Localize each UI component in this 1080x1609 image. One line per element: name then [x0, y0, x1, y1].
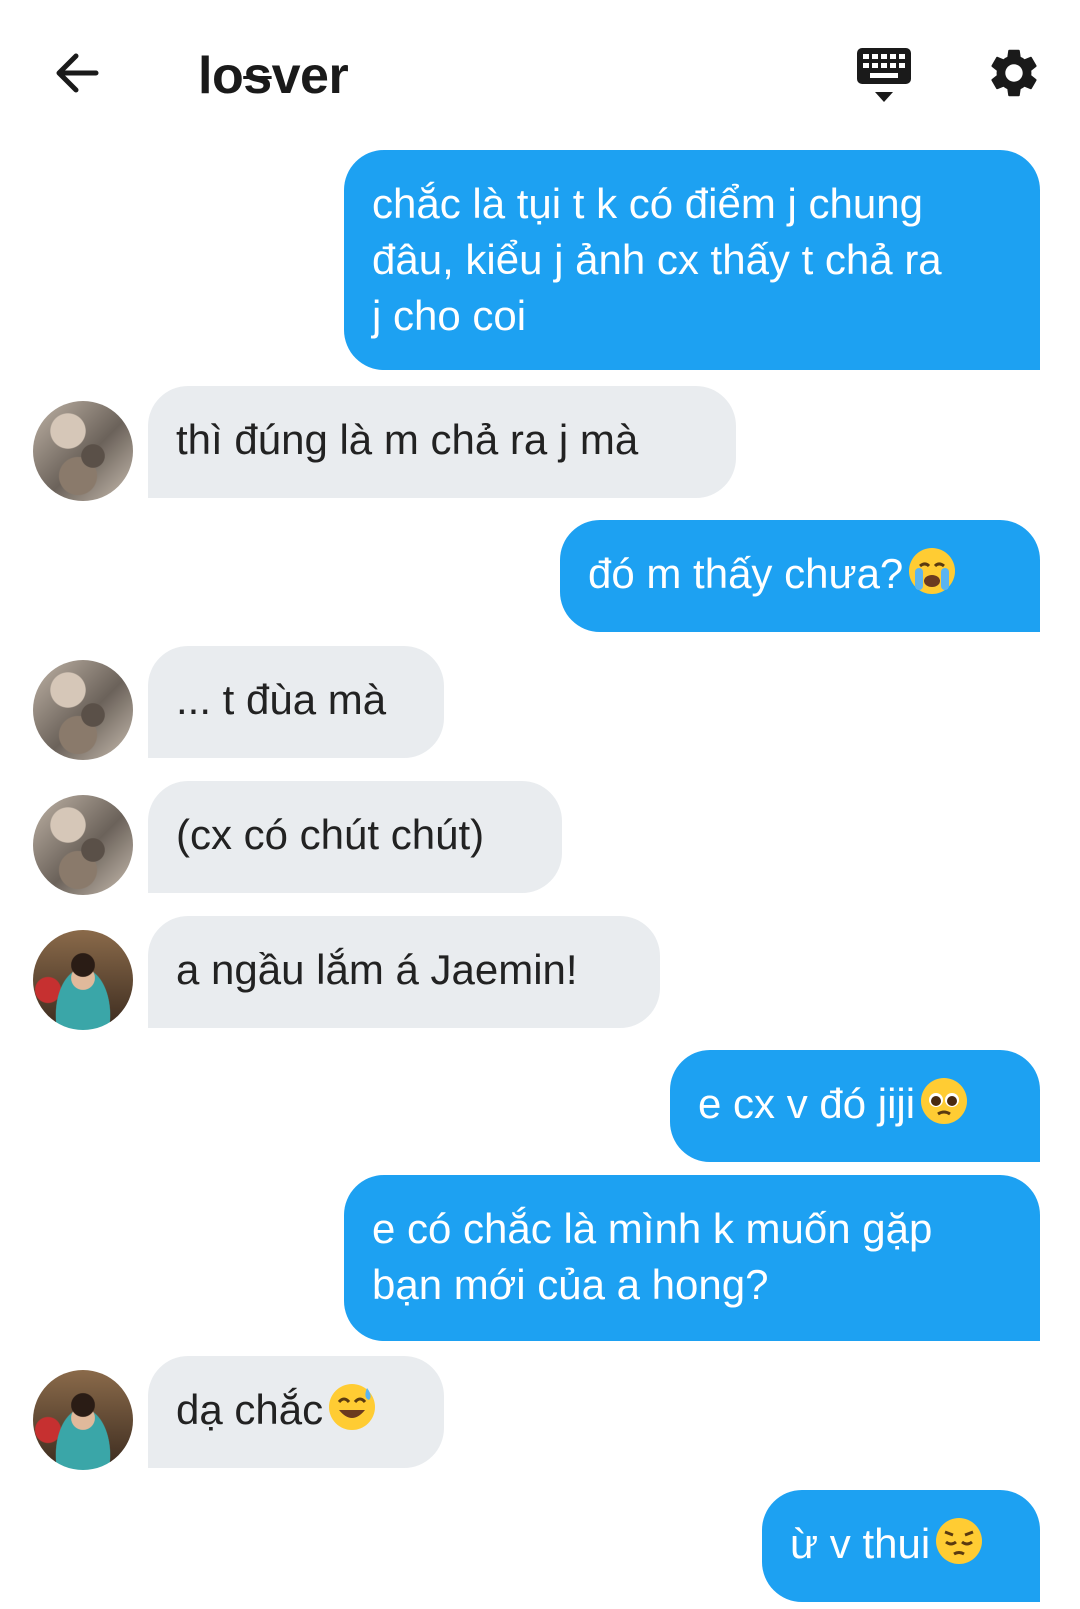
avatar[interactable] [33, 1370, 133, 1470]
avatar[interactable] [33, 795, 133, 895]
pensive-face-icon [936, 1518, 983, 1564]
settings-button[interactable] [985, 44, 1043, 102]
message-bubble[interactable]: dạ chắc [148, 1356, 444, 1468]
grinning-sweat-face-icon [329, 1384, 376, 1430]
arrow-left-icon [56, 53, 99, 93]
message-text: thì đúng là m chả ra j mà [176, 416, 639, 463]
message-bubble[interactable]: ừ v thui [762, 1490, 1040, 1602]
message-text: a ngầu lắm á Jaemin! [176, 946, 578, 993]
message-bubble[interactable]: ... t đùa mà [148, 646, 444, 758]
message-text: e có chắc là mình k muốn gặp bạn mới của… [372, 1205, 933, 1308]
conversation-title: losver [198, 46, 349, 106]
gear-icon [991, 49, 1037, 97]
message-text: dạ chắc [176, 1386, 324, 1433]
loudly-crying-face-icon [909, 548, 956, 594]
message-bubble[interactable]: e cx v đó jiji [670, 1050, 1040, 1162]
message-text: e cx v đó jiji [698, 1080, 916, 1127]
title-strikethrough-letter: s [243, 47, 272, 105]
keyboard-button[interactable] [855, 46, 913, 106]
title-part-2: ver [271, 47, 349, 105]
message-text: chắc là tụi t k có điểm j chung đâu, kiể… [372, 180, 942, 339]
back-button[interactable] [50, 46, 104, 100]
message-bubble[interactable]: đó m thấy chưa? [560, 520, 1040, 632]
keyboard-icon [857, 48, 911, 102]
message-bubble[interactable]: chắc là tụi t k có điểm j chung đâu, kiể… [344, 150, 1040, 370]
chat-header: losver [0, 0, 1080, 150]
avatar[interactable] [33, 930, 133, 1030]
message-text: ... t đùa mà [176, 676, 387, 723]
message-bubble[interactable]: (cx có chút chút) [148, 781, 562, 893]
avatar[interactable] [33, 660, 133, 760]
title-part-1: lo [198, 47, 244, 105]
message-text: (cx có chút chút) [176, 811, 485, 858]
message-text: ừ v thui [790, 1520, 931, 1567]
message-bubble[interactable]: e có chắc là mình k muốn gặp bạn mới của… [344, 1175, 1040, 1341]
message-bubble[interactable]: thì đúng là m chả ra j mà [148, 386, 736, 498]
message-text: đó m thấy chưa? [588, 550, 904, 597]
message-bubble[interactable]: a ngầu lắm á Jaemin! [148, 916, 660, 1028]
pleading-face-icon [921, 1078, 968, 1124]
avatar[interactable] [33, 401, 133, 501]
